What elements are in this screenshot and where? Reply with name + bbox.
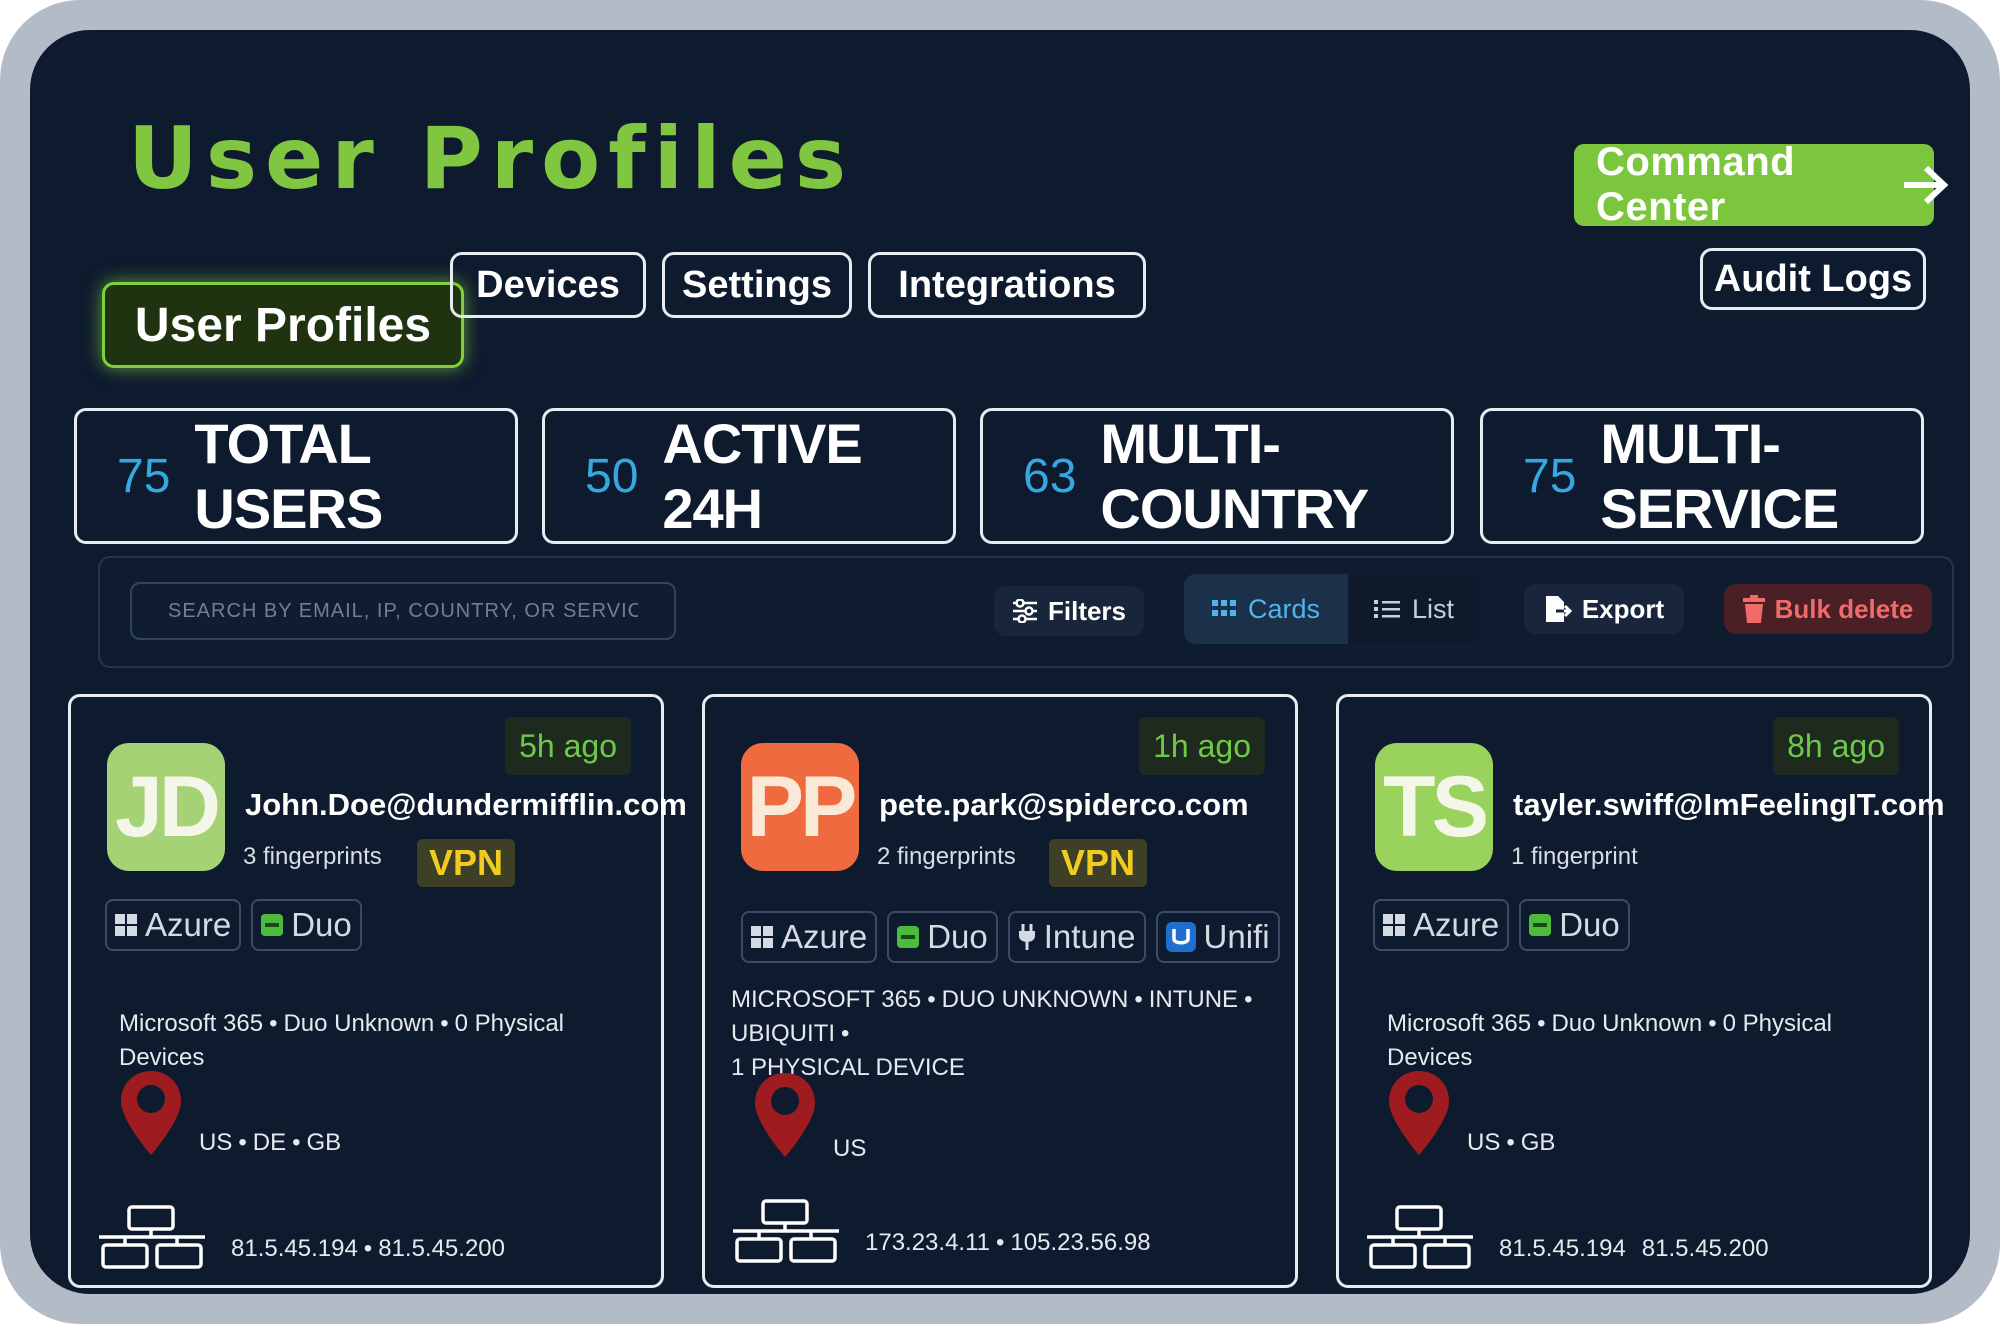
tab-integrations[interactable]: Integrations [868,252,1146,318]
location-pin-icon [121,1071,181,1155]
audit-logs-button[interactable]: Audit Logs [1700,248,1926,310]
user-card[interactable]: 8h ago TS tayler.swiff@ImFeelingIT.com 1… [1336,694,1945,1288]
service-summary: Microsoft 365 • Duo Unknown • 0 Physical Dev… [119,1010,565,1071]
country-list: US • GB [1467,1129,1556,1156]
user-card[interactable]: 1h ago PP pete.park@spiderco.com 2 finge… [702,694,1298,1288]
service-summary: Microsoft 365 • Duo Unknown • 0 Physical Dev… [1387,1010,1833,1071]
stat-label: MULTI-COUNTRY [1100,412,1369,540]
service-chip-duo: Duo [887,911,998,963]
view-list-label: List [1411,593,1455,624]
service-chip-azure: Azure [1373,899,1510,951]
arrow-right-icon [1904,165,1949,205]
duo-icon [1529,914,1552,936]
country-list: US • DE • GB [199,1129,342,1156]
stat-value: 75 [1523,449,1577,503]
service-chip-azure: Azure [741,911,878,963]
stat-label: TOTAL USERS [194,412,383,540]
avatar: PP [741,743,859,871]
page-title: User Profiles [128,109,855,209]
app-panel: User Profiles Command Center User Profil… [30,30,1970,1294]
tab-devices[interactable]: Devices [450,252,646,318]
stat-total-users: 75 TOTAL USERS [74,408,518,544]
view-cards-button[interactable]: Cards [1184,574,1348,644]
search-input[interactable] [130,582,676,640]
fingerprint-count: 1 fingerprint [1511,843,1638,870]
export-button[interactable]: Export [1524,584,1684,634]
stat-active-24h: 50 ACTIVE 24H [542,408,956,544]
grid-icon [1211,600,1236,616]
last-seen-badge: 5h ago [505,717,631,775]
duo-icon [261,914,284,936]
user-card[interactable]: 5h ago JD John.Doe@dundermifflin.com 3 f… [68,694,687,1288]
user-email: pete.park@spiderco.com [879,787,1249,822]
export-label: Export [1581,593,1665,624]
vpn-badge: VPN [1049,839,1147,887]
tab-settings[interactable]: Settings [662,252,852,318]
stat-multi-service: 75 MULTI-SERVICE [1480,408,1924,544]
trash-icon [1742,595,1765,623]
command-center-button[interactable]: Command Center [1574,140,1949,229]
stat-label: ACTIVE 24H [662,412,862,540]
network-icon [733,1199,839,1263]
sliders-icon [1012,599,1037,623]
command-center-label: Command Center [1596,140,1796,229]
plug-icon [1018,924,1035,950]
location-pin-icon [755,1073,815,1157]
service-chips: Azure Duo [1373,899,1630,951]
stat-label: MULTI-SERVICE [1600,412,1839,540]
avatar: TS [1375,743,1493,871]
last-seen-badge: 8h ago [1773,717,1899,775]
service-chip-duo: Duo [251,899,362,951]
ubiquiti-icon [1165,922,1196,952]
view-toggle: Cards List [1184,574,1480,644]
filters-label: Filters [1047,595,1127,626]
export-icon [1545,596,1572,622]
stat-value: 50 [585,449,639,503]
fingerprint-count: 2 fingerprints [877,843,1016,870]
stat-value: 75 [117,449,171,503]
stat-value: 63 [1023,449,1077,503]
avatar: JD [107,743,225,871]
tab-user-profiles[interactable]: User Profiles [102,282,464,368]
vpn-badge: VPN [417,839,515,887]
network-icon [99,1205,205,1269]
fingerprint-count: 3 fingerprints [243,843,382,870]
service-chips: Azure Duo [105,899,362,951]
country-list: US [833,1135,867,1162]
toolbar: Filters Cards List [98,556,1954,668]
bulk-delete-label: Bulk delete [1774,593,1914,624]
ip-list: 81.5.45.194 • 81.5.45.200 [231,1235,505,1262]
ip-list: 81.5.45.194 81.5.45.200 [1499,1235,1769,1262]
view-list-button[interactable]: List [1348,574,1480,644]
windows-icon [1383,914,1405,936]
windows-icon [751,926,773,948]
location-pin-icon [1389,1071,1449,1155]
service-summary: MICROSOFT 365 • DUO UNKNOWN • INTUNE •UBIQUIT… [731,986,1253,1081]
windows-icon [115,914,137,936]
last-seen-badge: 1h ago [1139,717,1265,775]
service-chip-unifi: Unifi [1155,911,1280,963]
view-cards-label: Cards [1247,593,1321,624]
ip-list: 173.23.4.11 • 105.23.56.98 [865,1229,1151,1256]
list-icon [1373,600,1400,618]
service-chip-duo: Duo [1519,899,1630,951]
bulk-delete-button[interactable]: Bulk delete [1724,584,1932,634]
filters-button[interactable]: Filters [994,586,1144,636]
network-icon [1367,1205,1473,1269]
service-chips: Azure Duo Intune Unifi [741,911,1280,963]
user-email: John.Doe@dundermifflin.com [245,787,687,822]
stat-multi-country: 63 MULTI-COUNTRY [980,408,1454,544]
duo-icon [897,926,920,948]
service-chip-intune: Intune [1007,911,1146,963]
user-email: tayler.swiff@ImFeelingIT.com [1513,787,1945,822]
service-chip-azure: Azure [105,899,242,951]
